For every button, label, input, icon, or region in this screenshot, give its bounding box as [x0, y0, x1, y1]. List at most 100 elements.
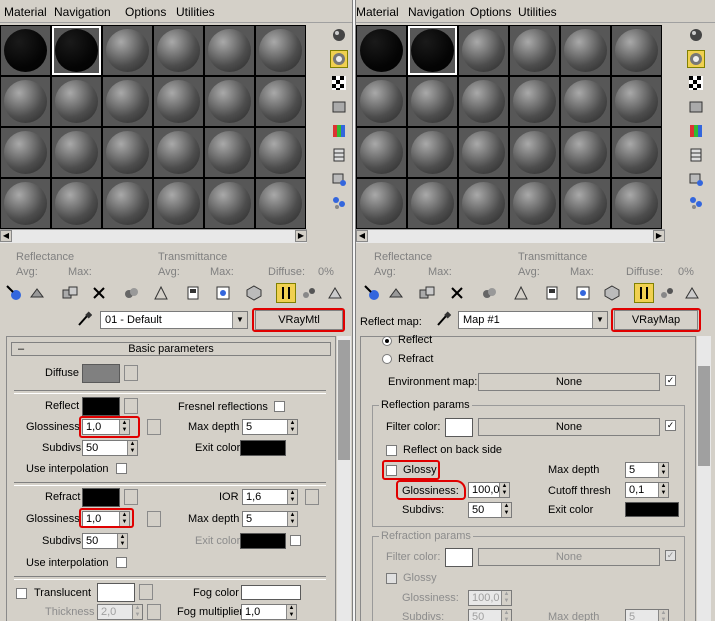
spinner-arrows-icon[interactable]: ▲ ▼ [499, 483, 509, 497]
menu-material[interactable]: Material [356, 5, 399, 19]
sample-slot[interactable] [52, 179, 101, 228]
sample-slot[interactable] [561, 128, 610, 177]
pick-from-object-eyedropper-icon[interactable] [433, 309, 453, 329]
scrollbar-thumb[interactable] [698, 366, 710, 466]
sample-slot[interactable] [459, 179, 508, 228]
sample-slot[interactable] [510, 128, 559, 177]
rollout-vertical-scrollbar[interactable] [337, 336, 351, 621]
spinner-arrows-icon[interactable]: ▲ ▼ [117, 534, 127, 548]
sample-slot[interactable] [1, 128, 50, 177]
material-effects-channel-icon[interactable] [183, 283, 203, 303]
sample-slot[interactable] [154, 179, 203, 228]
refract-radio[interactable] [382, 354, 392, 364]
reflect-map-button[interactable] [124, 398, 138, 414]
sample-slot[interactable] [612, 179, 661, 228]
select-by-material-icon[interactable] [330, 194, 348, 212]
diffuse-color-swatch[interactable] [82, 364, 120, 383]
sample-slot[interactable] [205, 77, 254, 126]
select-by-material-icon[interactable] [687, 194, 705, 212]
reflection-glossiness-spinner[interactable]: 100,0 ▲ ▼ [468, 482, 510, 498]
sample-slot[interactable] [256, 77, 305, 126]
sample-slot[interactable] [256, 26, 305, 75]
sample-slot[interactable] [205, 179, 254, 228]
backlight-icon[interactable] [687, 50, 705, 68]
video-color-check-icon[interactable] [330, 122, 348, 140]
spinner-arrows-icon[interactable]: ▲ ▼ [127, 441, 137, 455]
sample-type-sphere-icon[interactable] [330, 26, 348, 44]
sample-slot[interactable] [1, 26, 50, 75]
translucent-map-button[interactable] [139, 584, 153, 600]
menu-utilities[interactable]: Utilities [176, 5, 215, 19]
sample-slot[interactable] [459, 77, 508, 126]
material-map-navigator-icon[interactable] [325, 283, 345, 303]
sample-slot[interactable] [459, 128, 508, 177]
dropdown-arrow-icon[interactable]: ▼ [232, 312, 247, 328]
reflect-interpolation-checkbox[interactable] [116, 463, 127, 474]
menu-options[interactable]: Options [470, 5, 511, 19]
cutoff-thresh-spinner[interactable]: 0,1 ▲ ▼ [625, 482, 669, 498]
sample-slot[interactable] [612, 26, 661, 75]
sample-slot[interactable] [561, 77, 610, 126]
sample-uv-tiling-icon[interactable] [687, 98, 705, 116]
assign-material-icon[interactable] [60, 283, 80, 303]
sample-slot[interactable] [103, 179, 152, 228]
background-checker-icon[interactable] [687, 74, 705, 92]
translucent-checkbox[interactable] [16, 588, 27, 599]
refract-map-button[interactable] [124, 489, 138, 505]
sample-uv-tiling-icon[interactable] [330, 98, 348, 116]
put-material-icon[interactable] [27, 283, 47, 303]
show-map-in-viewport-icon[interactable] [213, 283, 233, 303]
refraction-filter-map-button[interactable]: None [478, 548, 660, 566]
go-to-parent-icon[interactable] [276, 283, 296, 303]
reflection-filter-map-button[interactable]: None [478, 418, 660, 436]
put-to-library-icon[interactable] [151, 283, 171, 303]
assign-material-icon[interactable] [417, 283, 437, 303]
sample-slot[interactable] [357, 128, 406, 177]
sample-slot[interactable] [154, 128, 203, 177]
reflect-radio[interactable] [382, 336, 392, 346]
sample-slot[interactable] [612, 77, 661, 126]
sample-slot[interactable] [1, 179, 50, 228]
refract-max-depth-spinner[interactable]: 5 ▲ ▼ [242, 511, 298, 527]
sample-slot[interactable] [52, 128, 101, 177]
reflection-subdivs-spinner[interactable]: 50 ▲ ▼ [468, 502, 512, 518]
spinner-arrows-icon[interactable]: ▲ ▼ [658, 610, 668, 621]
sample-slot[interactable] [561, 26, 610, 75]
refraction-max-depth-spinner[interactable]: 5 ▲ ▼ [625, 609, 669, 621]
go-to-parent-icon[interactable] [634, 283, 654, 303]
sample-slot[interactable] [561, 179, 610, 228]
basic-parameters-header[interactable]: – Basic parameters [11, 342, 331, 356]
menu-material[interactable]: Material [4, 5, 47, 19]
menu-navigation[interactable]: Navigation [408, 5, 465, 19]
sample-slot[interactable] [256, 128, 305, 177]
show-end-result-icon[interactable] [602, 283, 622, 303]
fog-multiplier-spinner[interactable]: 1,0 ▲ ▼ [241, 604, 297, 620]
spinner-arrows-icon[interactable]: ▲ ▼ [287, 490, 297, 504]
refraction-glossiness-spinner[interactable]: 100,0 ▲ ▼ [468, 590, 512, 606]
get-material-icon[interactable] [4, 283, 24, 303]
sample-slot[interactable] [408, 26, 457, 75]
sample-slot[interactable] [408, 179, 457, 228]
refract-exit-color-swatch[interactable] [240, 533, 286, 549]
scrollbar-thumb[interactable] [338, 340, 350, 460]
spinner-arrows-icon[interactable]: ▲ ▼ [501, 503, 511, 517]
reset-map-icon[interactable] [89, 283, 109, 303]
sample-slot[interactable] [459, 26, 508, 75]
scroll-right-arrow-icon[interactable]: ▶ [295, 230, 307, 242]
sample-slot[interactable] [1, 77, 50, 126]
put-material-icon[interactable] [386, 283, 406, 303]
make-unique-icon[interactable] [121, 283, 141, 303]
go-forward-sibling-icon[interactable] [657, 283, 677, 303]
material-effects-channel-icon[interactable] [542, 283, 562, 303]
map-name-combo[interactable]: Map #1 ▼ [458, 311, 608, 329]
sample-slot[interactable] [154, 77, 203, 126]
sample-slot[interactable] [205, 26, 254, 75]
options-icon[interactable] [330, 170, 348, 188]
refraction-glossy-checkbox[interactable] [386, 573, 397, 584]
get-material-icon[interactable] [362, 283, 382, 303]
diffuse-map-button[interactable] [124, 365, 138, 381]
slots-horizontal-scrollbar[interactable]: ◀ ▶ [0, 229, 307, 243]
menu-utilities[interactable]: Utilities [518, 5, 557, 19]
sample-slot[interactable] [103, 26, 152, 75]
backlight-icon[interactable] [330, 50, 348, 68]
